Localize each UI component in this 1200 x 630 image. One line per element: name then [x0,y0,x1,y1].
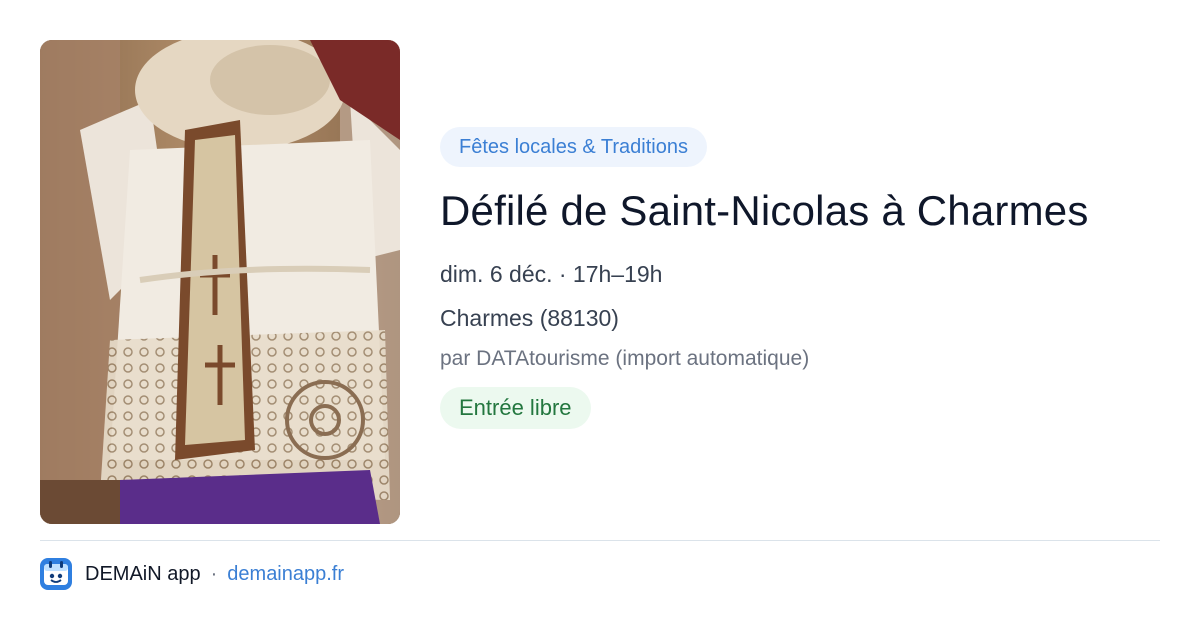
event-title: Défilé de Saint-Nicolas à Charmes [440,187,1089,234]
category-badge[interactable]: Fêtes locales & Traditions [440,127,707,167]
app-website-link[interactable]: demainapp.fr [227,563,344,586]
footer-divider [40,540,1160,541]
event-image [40,40,400,524]
event-datetime: dim. 6 déc. · 17h–19h [440,261,663,287]
footer-separator: · [210,562,218,585]
demain-logo-icon [40,558,72,590]
event-location: Charmes (88130) [440,305,619,331]
price-badge: Entrée libre [440,387,591,429]
app-name: DEMAiN app [85,562,201,585]
event-source: par DATAtourisme (import automatique) [440,347,810,370]
footer: DEMAiN app · demainapp.fr [40,557,344,591]
event-info: Fêtes locales & Traditions Défilé de Sai… [440,127,1160,429]
